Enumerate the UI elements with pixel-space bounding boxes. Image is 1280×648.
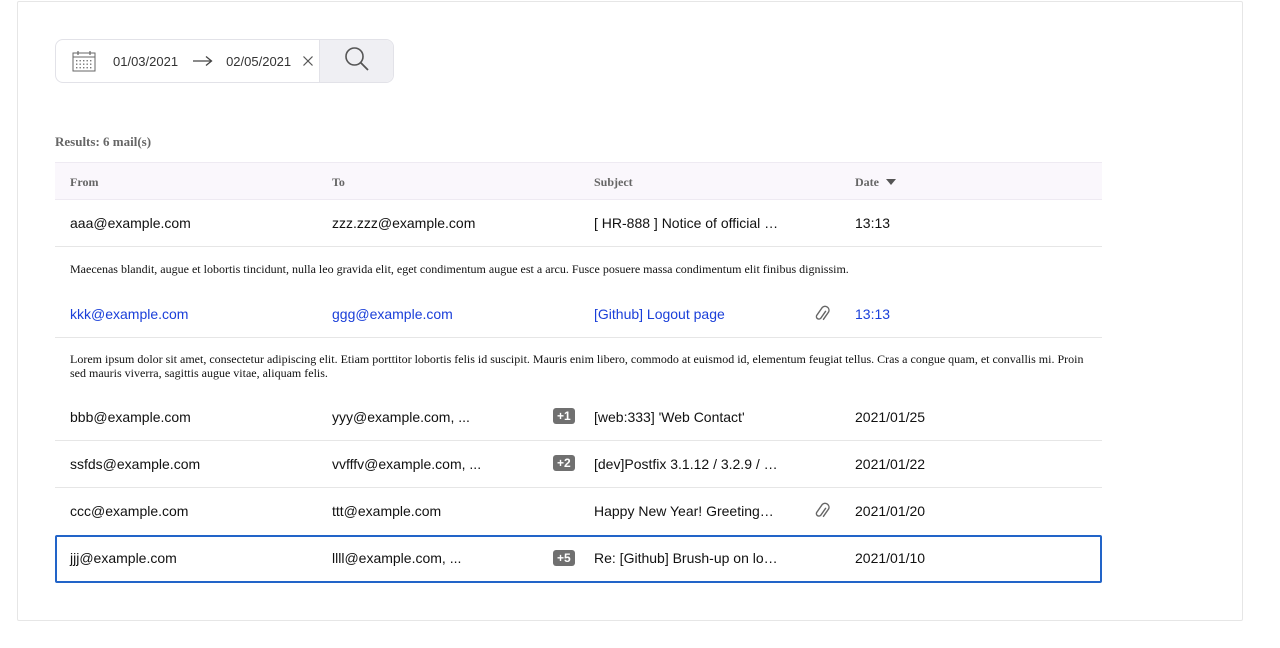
mail-date: 2021/01/22 [855, 456, 926, 472]
recipient-count-badge: +2 [553, 455, 575, 471]
close-icon[interactable] [302, 55, 314, 67]
mail-from: ssfds@example.com [70, 456, 201, 472]
mail-subject: [dev]Postfix 3.1.12 / 3.2.9 / 3.… [594, 456, 779, 472]
results-count: Results: 6 mail(s) [55, 134, 152, 149]
mail-date: 2021/01/20 [855, 503, 926, 519]
search-icon [344, 46, 370, 77]
mail-from: bbb@example.com [70, 409, 191, 425]
search-button[interactable] [320, 40, 393, 82]
table-row-selected[interactable]: jjj@example.com llll@example.com, ... +5… [55, 535, 1102, 583]
mail-to: zzz.zzz@example.com [332, 215, 476, 231]
mail-to: llll@example.com, ... [332, 550, 462, 566]
mail-date: 2021/01/10 [855, 550, 926, 566]
start-date-input[interactable]: 01/03/2021 [113, 54, 178, 69]
column-header-to[interactable]: To [332, 175, 345, 190]
table-row[interactable]: ssfds@example.com vvfffv@example.com, ..… [55, 441, 1102, 488]
mail-to: vvfffv@example.com, ... [332, 456, 482, 472]
mail-to: ttt@example.com [332, 503, 442, 519]
column-header-from[interactable]: From [70, 175, 98, 190]
recipient-count-badge: +1 [553, 408, 575, 424]
mail-from: kkk@example.com [70, 306, 189, 322]
mail-to: ggg@example.com [332, 306, 453, 322]
mail-date: 13:13 [855, 306, 891, 322]
date-range-picker[interactable]: 01/03/2021 02/05/2021 [56, 40, 320, 82]
table-row[interactable]: kkk@example.com ggg@example.com [Github]… [55, 291, 1102, 338]
table-header: From To Subject Date [55, 162, 1102, 200]
table-row[interactable]: bbb@example.com yyy@example.com, ... +1 … [55, 394, 1102, 441]
mail-date: 2021/01/25 [855, 409, 926, 425]
paperclip-icon [813, 501, 831, 521]
paperclip-icon [813, 304, 831, 324]
mail-subject: Re: [Github] Brush-up on loa… [594, 550, 779, 566]
table-row[interactable]: aaa@example.com zzz.zzz@example.com [ HR… [55, 200, 1102, 247]
mail-subject: [Github] Logout page [594, 306, 725, 322]
mail-date: 13:13 [855, 215, 891, 231]
mail-preview: Lorem ipsum dolor sit amet, consectetur … [70, 352, 1084, 380]
mail-table: From To Subject Date aaa@example.com zzz… [55, 162, 1102, 583]
mail-preview: Maecenas blandit, augue et lobortis tinc… [70, 262, 849, 276]
column-header-subject[interactable]: Subject [594, 175, 633, 190]
recipient-count-badge: +5 [553, 550, 575, 566]
mail-from: ccc@example.com [70, 503, 189, 519]
mail-from: aaa@example.com [70, 215, 191, 231]
date-header-label: Date [855, 175, 879, 189]
mail-subject: [ HR-888 ] Notice of official a… [594, 215, 779, 231]
column-header-date[interactable]: Date [855, 175, 896, 190]
caret-down-icon[interactable] [886, 179, 896, 185]
arrow-right-icon [192, 55, 214, 67]
end-date-input[interactable]: 02/05/2021 [226, 54, 291, 69]
mail-from: jjj@example.com [70, 550, 177, 566]
mail-to: yyy@example.com, ... [332, 409, 470, 425]
table-row[interactable]: ccc@example.com ttt@example.com Happy Ne… [55, 488, 1102, 535]
mail-subject: [web:333] 'Web Contact' [594, 409, 745, 425]
mail-subject: Happy New Year! Greetings f… [594, 503, 779, 519]
date-search-bar: 01/03/2021 02/05/2021 [55, 39, 394, 83]
calendar-icon[interactable] [72, 50, 96, 72]
